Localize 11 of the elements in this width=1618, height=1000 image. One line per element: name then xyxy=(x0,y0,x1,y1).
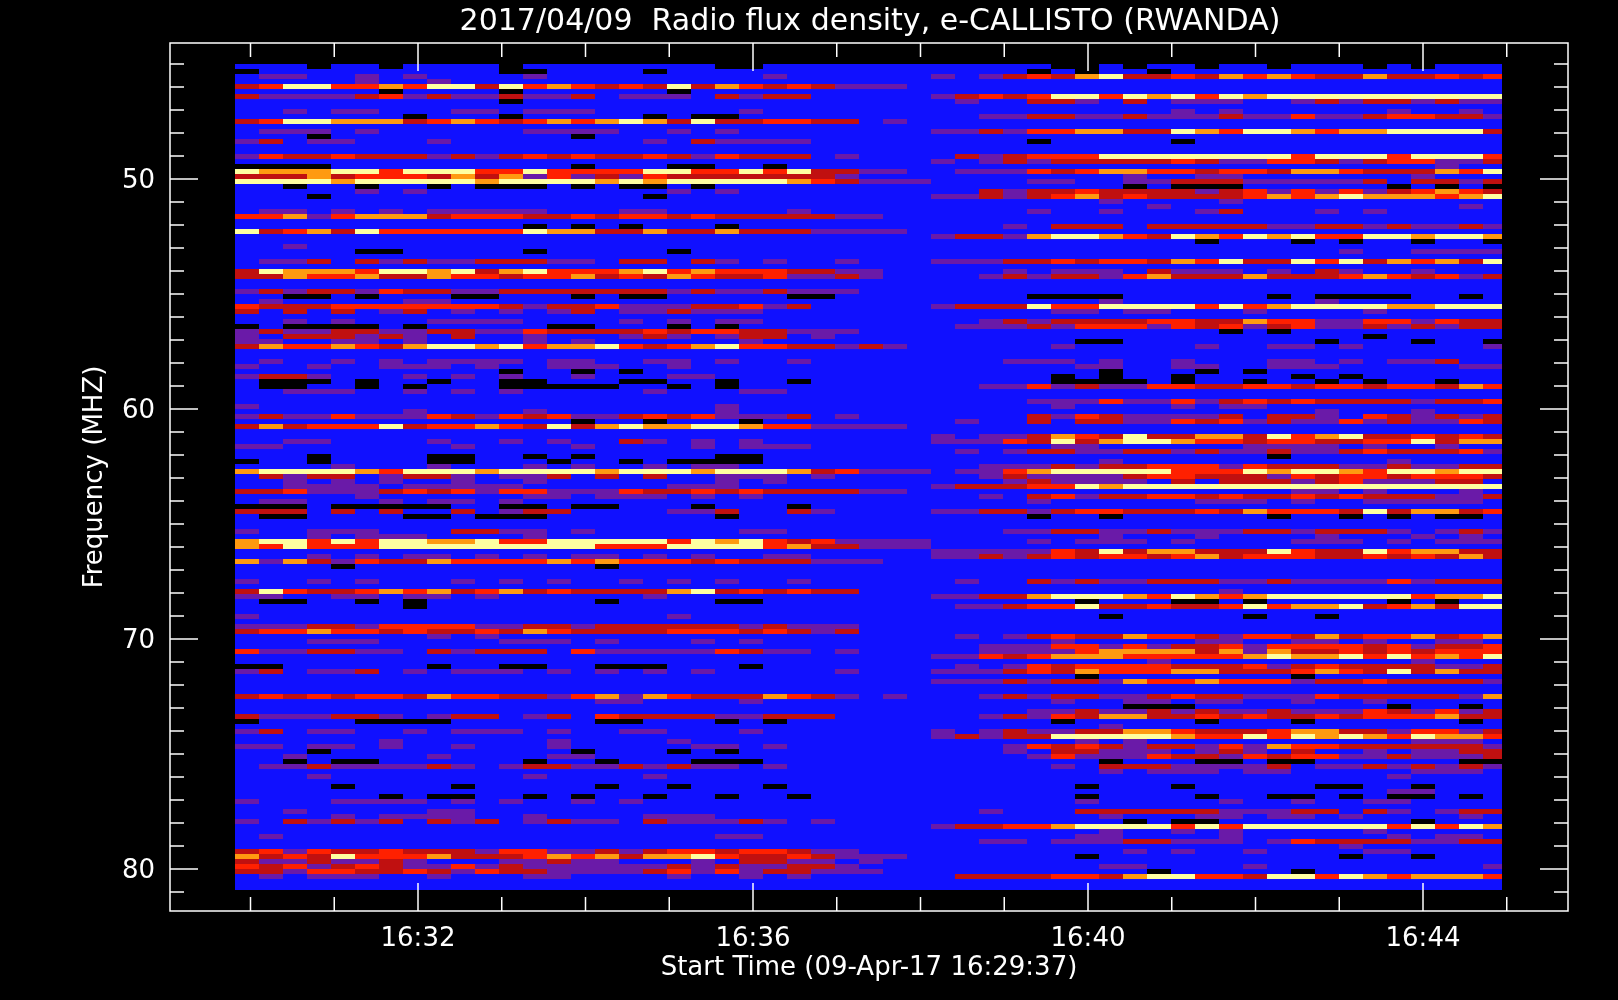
axis-tick-label: 16:32 xyxy=(380,922,456,952)
axis-tick-label: 70 xyxy=(121,624,155,654)
axis-tick-label: 16:44 xyxy=(1385,922,1461,952)
chart-title: 2017/04/09 Radio flux density, e-CALLISTO (RWANDA) xyxy=(459,2,1281,37)
axis-title: Start Time (09-Apr-17 16:29:37) xyxy=(660,951,1078,981)
axis-tick-label: 16:36 xyxy=(715,922,791,952)
axis-tick-label: 16:40 xyxy=(1050,922,1126,952)
axis-tick-label: 50 xyxy=(121,164,155,194)
axis-tick-label: 80 xyxy=(121,854,155,884)
axis-title: Frequency (MHZ) xyxy=(78,365,108,589)
axis-tick-label: 60 xyxy=(121,394,155,424)
